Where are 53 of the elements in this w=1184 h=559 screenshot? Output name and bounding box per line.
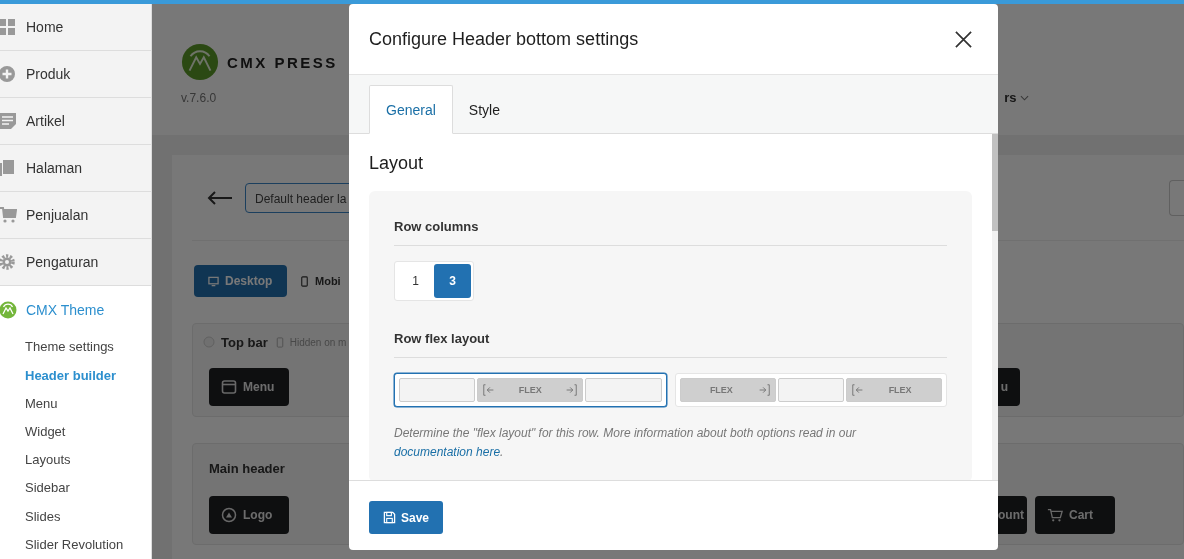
submenu-item[interactable]: Slides: [25, 502, 151, 531]
field-label: Row columns: [394, 219, 947, 246]
grid-icon: [0, 17, 17, 36]
chevron-down-icon: [1020, 94, 1030, 101]
brand-logo-icon: [181, 43, 219, 81]
bracket-arrow-right-icon: [564, 383, 579, 397]
pages-icon: [0, 158, 17, 177]
nav-menu-item[interactable]: CMX Theme: [0, 285, 151, 334]
phone-icon: [299, 275, 310, 287]
logo-circle-icon: [221, 507, 237, 523]
phone-icon: [275, 336, 284, 348]
nav-menu-item[interactable]: Home: [0, 4, 151, 51]
monitor-icon: [208, 275, 219, 287]
section-title: Layout: [369, 153, 425, 174]
nav-menu-item[interactable]: Artikel: [0, 97, 151, 145]
version-label: v.7.6.0: [181, 90, 217, 105]
scrollbar[interactable]: [992, 134, 998, 480]
nav-item[interactable]: rs: [1004, 90, 1030, 105]
outline-button[interactable]: [1169, 180, 1184, 216]
field-label: Row flex layout: [394, 331, 947, 358]
submenu-item[interactable]: Layouts: [25, 446, 151, 475]
submenu-item[interactable]: Menu: [25, 389, 151, 419]
element-button[interactable]: Logo: [209, 496, 289, 534]
help-text: Determine the "flex layout" for this row. More information about both options read in our documentation here.: [394, 425, 858, 461]
element-button[interactable]: Menu: [209, 368, 289, 406]
nav-menu-item[interactable]: Pengaturan: [0, 238, 151, 286]
nav-menu-item[interactable]: Penjualan: [0, 191, 151, 239]
row-title: Main header: [209, 460, 285, 476]
element-button[interactable]: Cart: [1035, 496, 1115, 534]
column-option[interactable]: 3: [434, 264, 471, 298]
nav-menu-item[interactable]: Produk: [0, 50, 151, 98]
row-title: Top bar: [221, 334, 268, 350]
submenu-item[interactable]: Slider Revolution: [25, 530, 151, 559]
submenu-item[interactable]: Widget: [25, 418, 151, 447]
nav-menu-item[interactable]: Halaman: [0, 144, 151, 192]
bracket-arrow-left-icon: [850, 383, 865, 397]
flex-label: FLEX: [709, 385, 733, 395]
back-arrow-icon[interactable]: [207, 191, 233, 205]
flex-label: FLEX: [888, 385, 912, 395]
brand-name: CMX PRESS: [227, 53, 338, 71]
theme-logo-icon: [0, 300, 17, 319]
cart-icon: [0, 205, 17, 224]
save-button[interactable]: Save: [369, 501, 444, 534]
submenu-item[interactable]: Header builder: [25, 361, 151, 390]
cart-icon: [1047, 507, 1063, 523]
dialog-tab[interactable]: General: [369, 85, 453, 134]
dialog-title: Configure Header bottom settings: [369, 28, 640, 50]
submenu-item[interactable]: Sidebar: [25, 474, 151, 503]
dialog-tab[interactable]: Style: [452, 86, 516, 134]
submenu-item[interactable]: Theme settings: [25, 333, 151, 362]
flex-label: FLEX: [518, 385, 542, 395]
window-icon: [221, 379, 237, 395]
close-icon[interactable]: [954, 29, 973, 49]
